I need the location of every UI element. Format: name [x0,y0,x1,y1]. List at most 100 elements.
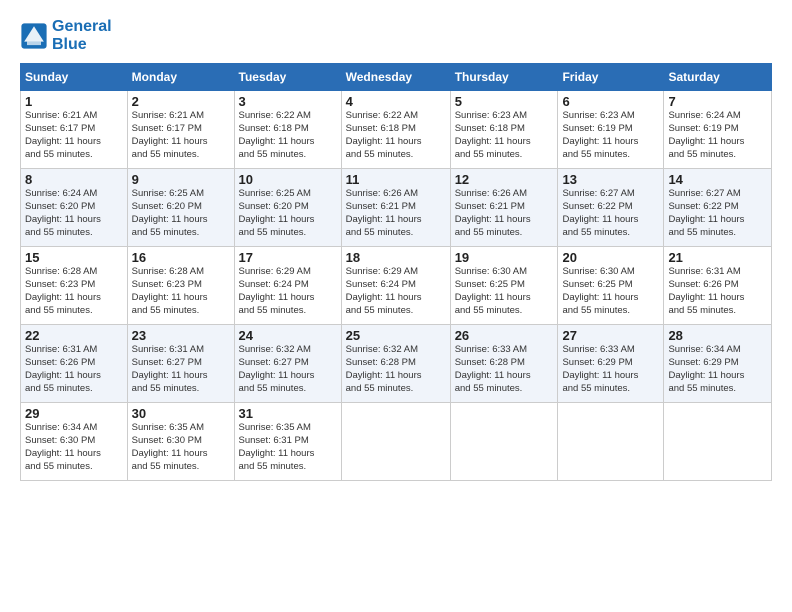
day-number: 17 [239,250,337,265]
calendar-week-row: 1 Sunrise: 6:21 AMSunset: 6:17 PMDaylight… [21,91,772,169]
calendar-cell: 20Sunrise: 6:30 AMSunset: 6:25 PMDayligh… [558,247,664,325]
day-number: 13 [562,172,659,187]
calendar-header-cell: Thursday [450,64,558,91]
day-number: 26 [455,328,554,343]
calendar-cell: 9Sunrise: 6:25 AMSunset: 6:20 PMDaylight… [127,169,234,247]
day-number: 23 [132,328,230,343]
day-detail: Sunrise: 6:35 AMSunset: 6:30 PMDaylight:… [132,422,230,473]
day-number: 29 [25,406,123,421]
day-number: 20 [562,250,659,265]
day-number: 1 [25,94,123,109]
day-number: 7 [668,94,767,109]
calendar-cell: 25Sunrise: 6:32 AMSunset: 6:28 PMDayligh… [341,325,450,403]
header: General Blue [20,18,772,53]
calendar-cell: 3Sunrise: 6:22 AMSunset: 6:18 PMDaylight… [234,91,341,169]
day-detail: Sunrise: 6:26 AMSunset: 6:21 PMDaylight:… [455,188,554,239]
calendar-cell: 8Sunrise: 6:24 AMSunset: 6:20 PMDaylight… [21,169,128,247]
calendar-cell: 6Sunrise: 6:23 AMSunset: 6:19 PMDaylight… [558,91,664,169]
calendar-body: 1 Sunrise: 6:21 AMSunset: 6:17 PMDaylight… [21,91,772,481]
day-detail: Sunrise: 6:29 AMSunset: 6:24 PMDaylight:… [346,266,446,317]
day-number: 24 [239,328,337,343]
day-detail: Sunrise: 6:23 AMSunset: 6:19 PMDaylight:… [562,110,659,161]
calendar-header-cell: Monday [127,64,234,91]
calendar-week-row: 8Sunrise: 6:24 AMSunset: 6:20 PMDaylight… [21,169,772,247]
day-detail: Sunrise: 6:22 AMSunset: 6:18 PMDaylight:… [346,110,446,161]
day-number: 6 [562,94,659,109]
day-detail: Sunrise: 6:33 AMSunset: 6:28 PMDaylight:… [455,344,554,395]
calendar-header-row: SundayMondayTuesdayWednesdayThursdayFrid… [21,64,772,91]
day-number: 8 [25,172,123,187]
day-number: 31 [239,406,337,421]
calendar-cell: 21Sunrise: 6:31 AMSunset: 6:26 PMDayligh… [664,247,772,325]
day-detail: Sunrise: 6:21 AMSunset: 6:17 PMDaylight:… [132,110,230,161]
day-detail: Sunrise: 6:31 AMSunset: 6:27 PMDaylight:… [132,344,230,395]
calendar-cell [450,403,558,481]
day-detail: Sunrise: 6:22 AMSunset: 6:18 PMDaylight:… [239,110,337,161]
day-detail: Sunrise: 6:25 AMSunset: 6:20 PMDaylight:… [132,188,230,239]
calendar-cell: 14Sunrise: 6:27 AMSunset: 6:22 PMDayligh… [664,169,772,247]
day-detail: Sunrise: 6:27 AMSunset: 6:22 PMDaylight:… [562,188,659,239]
day-number: 3 [239,94,337,109]
calendar-cell: 15Sunrise: 6:28 AMSunset: 6:23 PMDayligh… [21,247,128,325]
calendar-header-cell: Sunday [21,64,128,91]
day-detail: Sunrise: 6:28 AMSunset: 6:23 PMDaylight:… [25,266,123,317]
calendar-cell: 4Sunrise: 6:22 AMSunset: 6:18 PMDaylight… [341,91,450,169]
day-detail: Sunrise: 6:32 AMSunset: 6:28 PMDaylight:… [346,344,446,395]
day-detail: Sunrise: 6:33 AMSunset: 6:29 PMDaylight:… [562,344,659,395]
day-number: 16 [132,250,230,265]
day-detail: Sunrise: 6:32 AMSunset: 6:27 PMDaylight:… [239,344,337,395]
day-detail: Sunrise: 6:28 AMSunset: 6:23 PMDaylight:… [132,266,230,317]
day-detail: Sunrise: 6:34 AMSunset: 6:30 PMDaylight:… [25,422,123,473]
day-detail: Sunrise: 6:31 AMSunset: 6:26 PMDaylight:… [25,344,123,395]
day-number: 2 [132,94,230,109]
day-number: 27 [562,328,659,343]
calendar-cell: 18Sunrise: 6:29 AMSunset: 6:24 PMDayligh… [341,247,450,325]
day-number: 28 [668,328,767,343]
day-number: 22 [25,328,123,343]
calendar-cell: 12Sunrise: 6:26 AMSunset: 6:21 PMDayligh… [450,169,558,247]
calendar-cell: 16Sunrise: 6:28 AMSunset: 6:23 PMDayligh… [127,247,234,325]
day-number: 19 [455,250,554,265]
calendar-cell: 7Sunrise: 6:24 AMSunset: 6:19 PMDaylight… [664,91,772,169]
logo: General Blue [20,18,112,53]
day-detail: Sunrise: 6:34 AMSunset: 6:29 PMDaylight:… [668,344,767,395]
calendar-header-cell: Friday [558,64,664,91]
calendar-week-row: 15Sunrise: 6:28 AMSunset: 6:23 PMDayligh… [21,247,772,325]
day-number: 18 [346,250,446,265]
day-detail: Sunrise: 6:25 AMSunset: 6:20 PMDaylight:… [239,188,337,239]
day-detail: Sunrise: 6:24 AMSunset: 6:20 PMDaylight:… [25,188,123,239]
day-number: 14 [668,172,767,187]
calendar-cell [664,403,772,481]
calendar-cell: 2Sunrise: 6:21 AMSunset: 6:17 PMDaylight… [127,91,234,169]
day-number: 5 [455,94,554,109]
logo-icon [20,22,48,50]
day-detail: Sunrise: 6:31 AMSunset: 6:26 PMDaylight:… [668,266,767,317]
logo-text: General Blue [52,18,112,53]
calendar-cell: 24Sunrise: 6:32 AMSunset: 6:27 PMDayligh… [234,325,341,403]
calendar-week-row: 22Sunrise: 6:31 AMSunset: 6:26 PMDayligh… [21,325,772,403]
day-detail: Sunrise: 6:29 AMSunset: 6:24 PMDaylight:… [239,266,337,317]
day-number: 25 [346,328,446,343]
calendar-cell: 26Sunrise: 6:33 AMSunset: 6:28 PMDayligh… [450,325,558,403]
day-detail: Sunrise: 6:35 AMSunset: 6:31 PMDaylight:… [239,422,337,473]
calendar-cell: 31Sunrise: 6:35 AMSunset: 6:31 PMDayligh… [234,403,341,481]
day-detail: Sunrise: 6:27 AMSunset: 6:22 PMDaylight:… [668,188,767,239]
day-detail: Sunrise: 6:24 AMSunset: 6:19 PMDaylight:… [668,110,767,161]
calendar-header-cell: Tuesday [234,64,341,91]
calendar-cell: 28Sunrise: 6:34 AMSunset: 6:29 PMDayligh… [664,325,772,403]
day-detail: Sunrise: 6:26 AMSunset: 6:21 PMDaylight:… [346,188,446,239]
day-number: 4 [346,94,446,109]
calendar-cell: 11Sunrise: 6:26 AMSunset: 6:21 PMDayligh… [341,169,450,247]
calendar-week-row: 29Sunrise: 6:34 AMSunset: 6:30 PMDayligh… [21,403,772,481]
calendar-cell: 10Sunrise: 6:25 AMSunset: 6:20 PMDayligh… [234,169,341,247]
calendar-cell: 1Sunrise: 6:21 AMSunset: 6:17 PMDaylight… [21,91,128,169]
calendar-cell: 19Sunrise: 6:30 AMSunset: 6:25 PMDayligh… [450,247,558,325]
calendar-cell: 5Sunrise: 6:23 AMSunset: 6:18 PMDaylight… [450,91,558,169]
day-number: 21 [668,250,767,265]
calendar-cell: 17Sunrise: 6:29 AMSunset: 6:24 PMDayligh… [234,247,341,325]
calendar-cell: 23Sunrise: 6:31 AMSunset: 6:27 PMDayligh… [127,325,234,403]
day-number: 11 [346,172,446,187]
calendar-cell [341,403,450,481]
page: General Blue SundayMondayTuesdayWednesda… [0,0,792,491]
calendar-cell [558,403,664,481]
